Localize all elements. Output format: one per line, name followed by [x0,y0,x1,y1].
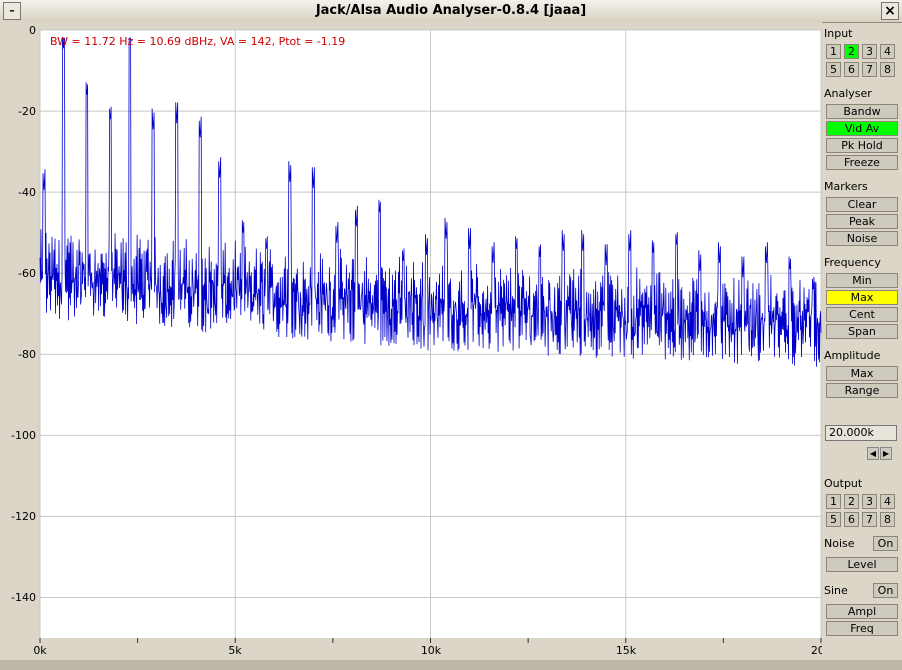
control-panel: Input 1 2 3 4 5 6 7 8 Analyser Bandw Vid… [822,22,902,670]
input-1-button[interactable]: 1 [826,44,841,59]
input-2-button[interactable]: 2 [844,44,859,59]
x-tick-label: 5k [228,644,242,657]
x-tick-label: 0k [33,644,47,657]
plot-info-text: BW = 11.72 Hz = 10.69 dBHz, VA = 142, Pt… [50,35,345,48]
arrow-right-icon[interactable]: ▶ [880,447,892,460]
close-button[interactable]: × [881,2,899,20]
input-6-button[interactable]: 6 [844,62,859,77]
bottom-scrollbar[interactable] [0,660,902,670]
output-2-button[interactable]: 2 [844,494,859,509]
output-3-button[interactable]: 3 [862,494,877,509]
x-tick-label: 20k [811,644,822,657]
input-4-button[interactable]: 4 [880,44,895,59]
freeze-button[interactable]: Freeze [826,155,898,170]
output-8-button[interactable]: 8 [880,512,895,527]
spectrum-plot[interactable]: 0 -20 -40 -60 -80 -100 -120 -140 0k 5k 1… [0,22,822,660]
analyser-label: Analyser [824,87,872,100]
sine-label: Sine [824,584,848,597]
y-tick-label: 0 [29,24,36,37]
output-6-button[interactable]: 6 [844,512,859,527]
sine-ampl-button[interactable]: Ampl [826,604,898,619]
markers-peak-button[interactable]: Peak [826,214,898,229]
noise-label: Noise [824,537,855,550]
bandwidth-button[interactable]: Bandw [826,104,898,119]
amplitude-range-button[interactable]: Range [826,383,898,398]
y-tick-label: -100 [11,429,36,442]
y-tick-label: -40 [18,186,36,199]
frequency-max-button[interactable]: Max [826,290,898,305]
value-input[interactable]: 20.000k [825,425,897,441]
y-tick-label: -140 [11,591,36,604]
output-label: Output [824,477,863,490]
output-5-button[interactable]: 5 [826,512,841,527]
y-tick-label: -20 [18,105,36,118]
input-7-button[interactable]: 7 [862,62,877,77]
title-bar: – Jack/Alsa Audio Analyser-0.8.4 [jaaa] … [0,0,902,23]
video-average-button[interactable]: Vid Av [826,121,898,136]
amplitude-label: Amplitude [824,349,881,362]
markers-label: Markers [824,180,868,193]
amplitude-max-button[interactable]: Max [826,366,898,381]
frequency-cent-button[interactable]: Cent [826,307,898,322]
input-3-button[interactable]: 3 [862,44,877,59]
x-tick-label: 15k [616,644,637,657]
sine-freq-button[interactable]: Freq [826,621,898,636]
input-5-button[interactable]: 5 [826,62,841,77]
arrow-left-icon[interactable]: ◀ [867,447,879,460]
frequency-min-button[interactable]: Min [826,273,898,288]
noise-level-button[interactable]: Level [826,557,898,572]
frequency-label: Frequency [824,256,881,269]
x-tick-label: 10k [421,644,442,657]
noise-on-button[interactable]: On [873,536,898,551]
markers-clear-button[interactable]: Clear [826,197,898,212]
peak-hold-button[interactable]: Pk Hold [826,138,898,153]
output-1-button[interactable]: 1 [826,494,841,509]
input-8-button[interactable]: 8 [880,62,895,77]
frequency-span-button[interactable]: Span [826,324,898,339]
sine-on-button[interactable]: On [873,583,898,598]
window-title: Jack/Alsa Audio Analyser-0.8.4 [jaaa] [315,3,587,18]
markers-noise-button[interactable]: Noise [826,231,898,246]
y-tick-label: -60 [18,267,36,280]
y-tick-label: -80 [18,348,36,361]
y-tick-label: -120 [11,510,36,523]
output-4-button[interactable]: 4 [880,494,895,509]
input-label: Input [824,27,853,40]
output-7-button[interactable]: 7 [862,512,877,527]
